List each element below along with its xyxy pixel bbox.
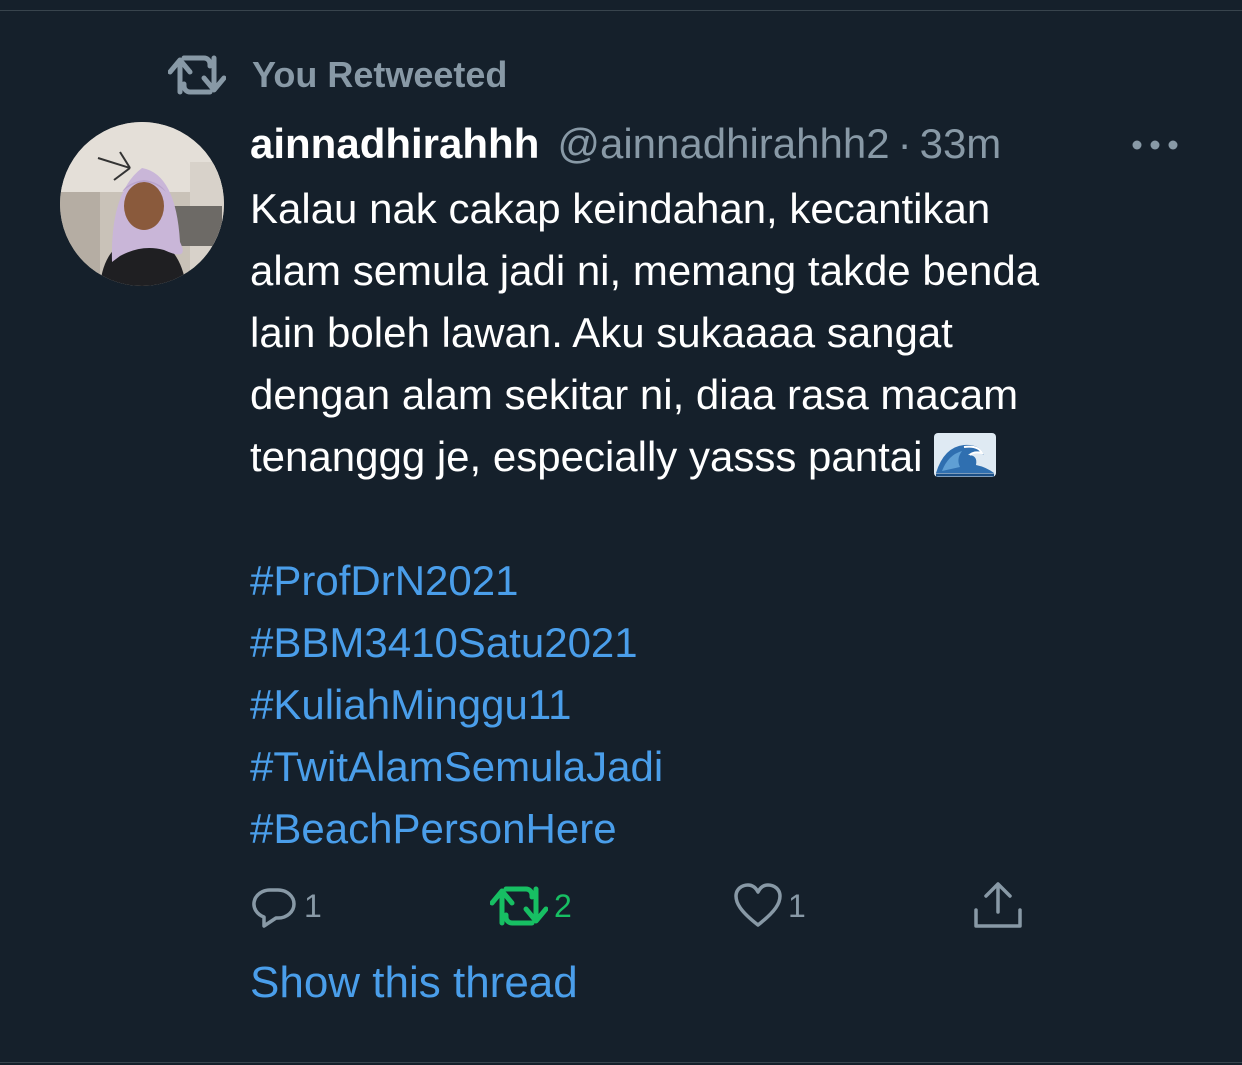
tweet-text-line: alam semula jadi ni, memang takde benda (250, 247, 1040, 294)
tweet-timestamp[interactable]: 33m (920, 120, 1002, 168)
reply-icon (252, 888, 296, 928)
author-handle[interactable]: @ainnadhirahhh2 (557, 120, 889, 168)
retweet-button[interactable]: 2 (490, 878, 572, 934)
avatar[interactable] (60, 122, 224, 286)
wave-emoji-icon (934, 433, 997, 477)
top-divider (0, 10, 1242, 11)
reply-button[interactable]: 1 (250, 878, 322, 934)
tweet-text: Kalau nak cakap keindahan, kecantikan al… (250, 178, 1210, 488)
more-dots-icon (1132, 140, 1178, 150)
like-count: 1 (788, 887, 806, 924)
author-display-name[interactable]: ainnadhirahhh (250, 120, 539, 168)
heart-icon (734, 883, 782, 927)
show-thread-link[interactable]: Show this thread (250, 958, 578, 1008)
share-button[interactable] (972, 878, 1024, 934)
bottom-divider (0, 1062, 1242, 1063)
retweet-context: You Retweeted (168, 52, 507, 98)
more-options-button[interactable] (1128, 128, 1182, 162)
tweet-text-line-last: tenanggg je, especially yasss pantai (250, 426, 1210, 488)
avatar-image (60, 122, 224, 286)
tweet-text-line: dengan alam sekitar ni, diaa rasa macam (250, 371, 1019, 418)
hashtag-link[interactable]: #KuliahMinggu11 (250, 674, 1210, 736)
retweet-icon (168, 55, 226, 95)
tweet-text-line: lain boleh lawan. Aku sukaaaa sangat (250, 309, 953, 356)
tweet-text-line: tenanggg je, especially yasss pantai (250, 433, 923, 480)
retweet-active-icon (490, 886, 548, 926)
retweet-count: 2 (554, 887, 572, 924)
tweet-author-row: ainnadhirahhh @ainnadhirahhh2 · 33m (250, 118, 1210, 170)
tweet-action-bar: 1 2 1 (250, 878, 1050, 934)
retweet-context-label: You Retweeted (252, 54, 508, 95)
reply-count: 1 (304, 887, 322, 924)
like-button[interactable]: 1 (734, 878, 806, 934)
meta-separator: · (897, 120, 912, 167)
share-icon (974, 882, 1022, 928)
hashtag-link[interactable]: #TwitAlamSemulaJadi (250, 736, 1210, 798)
hashtag-link[interactable]: #ProfDrN2021 (250, 550, 1210, 612)
hashtag-link[interactable]: #BBM3410Satu2021 (250, 612, 1210, 674)
hashtag-link[interactable]: #BeachPersonHere (250, 798, 1210, 860)
tweet-text-line: Kalau nak cakap keindahan, kecantikan (250, 185, 991, 232)
hashtag-list: #ProfDrN2021 #BBM3410Satu2021 #KuliahMin… (250, 550, 1210, 860)
